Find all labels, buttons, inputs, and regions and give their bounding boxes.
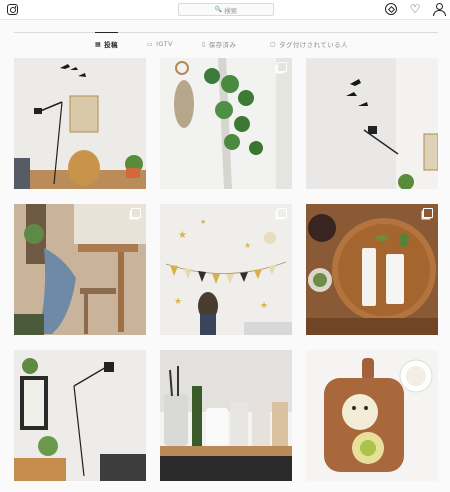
post-image	[160, 350, 292, 481]
svg-text:★: ★	[260, 301, 268, 311]
tab-saved[interactable]: ▯ 保存済み	[202, 35, 236, 53]
grid-icon: ▦	[95, 40, 102, 48]
tabs-divider	[14, 32, 438, 33]
bookmark-icon: ▯	[202, 40, 206, 48]
tag-icon: ▢	[270, 40, 277, 48]
tab-tagged[interactable]: ▢ タグ付けされている人	[270, 35, 348, 53]
tab-igtv[interactable]: ▭ IGTV	[147, 35, 173, 53]
post-tile[interactable]	[306, 350, 438, 481]
search-placeholder: 検索	[224, 6, 238, 15]
post-tile[interactable]	[160, 58, 292, 189]
tab-posts[interactable]: ▦ 投稿	[95, 32, 118, 53]
post-tile[interactable]	[14, 204, 146, 335]
post-image	[306, 204, 438, 335]
post-image: ★ ★ ★ ★ ★	[160, 204, 292, 335]
tv-icon: ▭	[147, 40, 154, 48]
post-tile[interactable]: ★ ★ ★ ★ ★	[160, 204, 292, 335]
post-image	[306, 350, 438, 481]
tab-saved-label: 保存済み	[208, 41, 237, 49]
carousel-icon	[423, 208, 433, 218]
carousel-icon	[131, 208, 141, 218]
post-image	[306, 58, 438, 189]
svg-text:★: ★	[200, 218, 206, 226]
post-tile[interactable]	[306, 58, 438, 189]
compass-icon[interactable]	[385, 3, 397, 15]
top-navigation-bar: 🔍 検索 ♡	[0, 0, 450, 20]
post-tile[interactable]	[14, 350, 146, 481]
instagram-logo-icon[interactable]	[7, 4, 18, 15]
post-image	[160, 58, 292, 189]
svg-text:★: ★	[174, 297, 182, 307]
tab-tagged-label: タグ付けされている人	[279, 41, 348, 49]
svg-text:★: ★	[244, 241, 251, 250]
post-image	[14, 350, 146, 481]
post-tile[interactable]	[160, 350, 292, 481]
person-icon[interactable]	[433, 3, 446, 16]
tab-posts-label: 投稿	[104, 41, 118, 49]
tab-igtv-label: IGTV	[156, 40, 173, 48]
search-input[interactable]: 🔍 検索	[178, 3, 274, 16]
svg-text:★: ★	[178, 230, 187, 241]
heart-icon[interactable]: ♡	[409, 3, 421, 15]
carousel-icon	[277, 62, 287, 72]
post-image	[14, 58, 146, 189]
search-icon: 🔍	[214, 6, 223, 13]
post-tile[interactable]	[306, 204, 438, 335]
carousel-icon	[277, 208, 287, 218]
post-image	[14, 204, 146, 335]
post-tile[interactable]	[14, 58, 146, 189]
